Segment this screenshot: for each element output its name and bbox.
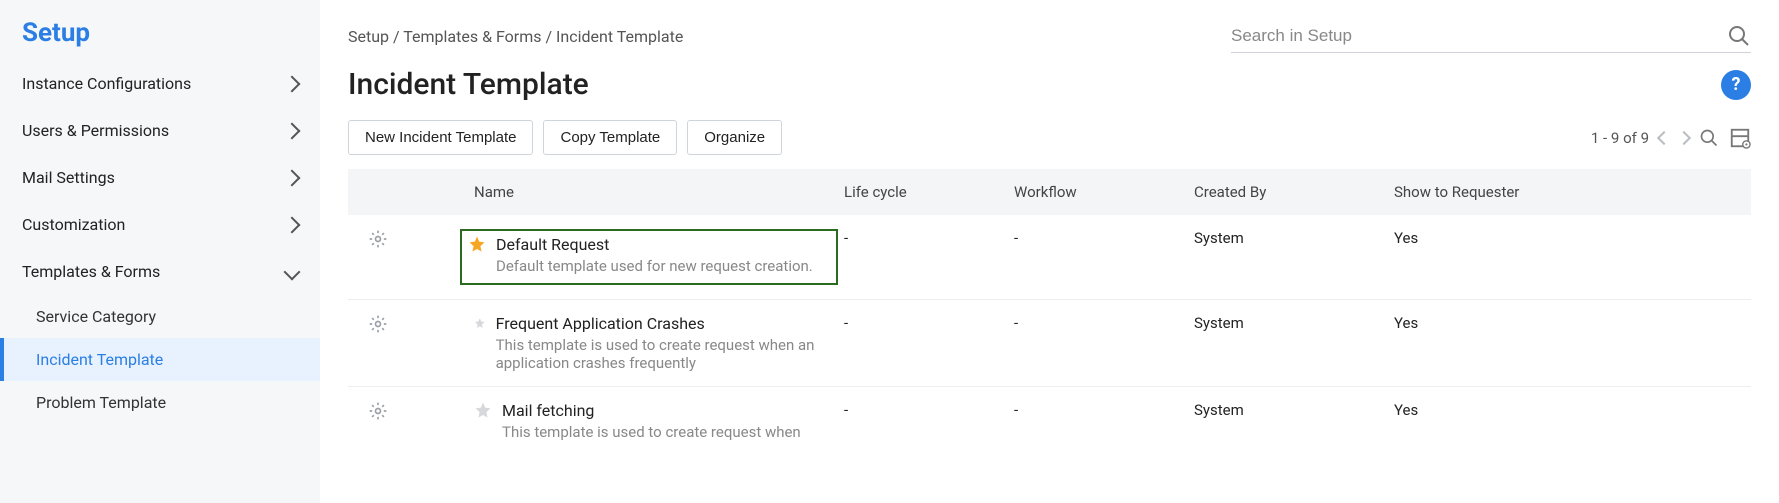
table-row[interactable]: Default Request Default template used fo… bbox=[348, 215, 1751, 300]
row-show-to-requester: Yes bbox=[1388, 229, 1558, 247]
col-name[interactable]: Name bbox=[468, 179, 838, 205]
row-life-cycle: - bbox=[838, 314, 1008, 332]
sidebar-sub-label: Service Category bbox=[36, 307, 156, 326]
star-outline-icon[interactable] bbox=[474, 401, 492, 419]
sidebar-item-label: Instance Configurations bbox=[22, 74, 191, 93]
chevron-right-icon bbox=[284, 216, 301, 233]
pager-next-icon[interactable] bbox=[1677, 130, 1691, 144]
organize-button[interactable]: Organize bbox=[687, 120, 782, 155]
col-life-cycle[interactable]: Life cycle bbox=[838, 179, 1008, 205]
table-header: Name Life cycle Workflow Created By Show… bbox=[348, 169, 1751, 215]
col-created-by[interactable]: Created By bbox=[1188, 179, 1388, 205]
chevron-down-icon bbox=[284, 263, 301, 280]
row-desc: Default template used for new request cr… bbox=[496, 257, 813, 275]
sidebar-sub-problem-template[interactable]: Problem Template bbox=[0, 381, 320, 424]
toolbar-buttons: New Incident Template Copy Template Orga… bbox=[348, 120, 782, 155]
sidebar-title: Setup bbox=[0, 18, 320, 60]
table-settings-icon[interactable] bbox=[1729, 127, 1751, 149]
main: Setup / Templates & Forms / Incident Tem… bbox=[320, 0, 1779, 503]
row-created-by: System bbox=[1188, 229, 1388, 247]
header-row: Incident Template ? bbox=[348, 67, 1751, 102]
page-title: Incident Template bbox=[348, 67, 589, 102]
gear-icon[interactable] bbox=[368, 314, 388, 334]
row-workflow: - bbox=[1008, 314, 1188, 332]
sidebar-item-mail-settings[interactable]: Mail Settings bbox=[0, 154, 320, 201]
pager: 1 - 9 of 9 bbox=[1591, 127, 1751, 149]
template-table: Name Life cycle Workflow Created By Show… bbox=[348, 169, 1751, 455]
row-workflow: - bbox=[1008, 229, 1188, 247]
search-input[interactable] bbox=[1231, 26, 1727, 46]
row-created-by: System bbox=[1188, 401, 1388, 419]
copy-template-button[interactable]: Copy Template bbox=[543, 120, 677, 155]
row-life-cycle: - bbox=[838, 401, 1008, 419]
chevron-right-icon bbox=[284, 75, 301, 92]
table-row[interactable]: Mail fetching This template is used to c… bbox=[348, 387, 1751, 455]
row-show-to-requester: Yes bbox=[1388, 314, 1558, 332]
top-row: Setup / Templates & Forms / Incident Tem… bbox=[348, 20, 1751, 53]
row-workflow: - bbox=[1008, 401, 1188, 419]
sidebar-sub-label: Problem Template bbox=[36, 393, 166, 412]
row-created-by: System bbox=[1188, 314, 1388, 332]
chevron-right-icon bbox=[284, 169, 301, 186]
gear-icon[interactable] bbox=[368, 229, 388, 249]
sidebar-item-customization[interactable]: Customization bbox=[0, 201, 320, 248]
toolbar: New Incident Template Copy Template Orga… bbox=[348, 120, 1751, 155]
row-show-to-requester: Yes bbox=[1388, 401, 1558, 419]
search-wrap bbox=[1231, 20, 1751, 53]
sidebar-item-instance-configurations[interactable]: Instance Configurations bbox=[0, 60, 320, 107]
sidebar-sub-incident-template[interactable]: Incident Template bbox=[0, 338, 320, 381]
row-name-cell: Mail fetching This template is used to c… bbox=[468, 401, 838, 441]
row-name: Frequent Application Crashes bbox=[496, 314, 832, 333]
col-workflow[interactable]: Workflow bbox=[1008, 179, 1188, 205]
row-life-cycle: - bbox=[838, 229, 1008, 247]
sidebar-item-label: Customization bbox=[22, 215, 125, 234]
sidebar-item-label: Users & Permissions bbox=[22, 121, 169, 140]
chevron-right-icon bbox=[284, 122, 301, 139]
row-name: Default Request bbox=[496, 235, 813, 254]
sidebar-item-label: Mail Settings bbox=[22, 168, 115, 187]
col-show-to-requester[interactable]: Show to Requester bbox=[1388, 179, 1558, 205]
sidebar-sub-label: Incident Template bbox=[36, 350, 163, 369]
pager-text: 1 - 9 of 9 bbox=[1591, 129, 1649, 147]
row-desc: This template is used to create request … bbox=[496, 336, 832, 372]
row-name-cell: Frequent Application Crashes This templa… bbox=[468, 314, 838, 372]
table-row[interactable]: Frequent Application Crashes This templa… bbox=[348, 300, 1751, 387]
sidebar: Setup Instance Configurations Users & Pe… bbox=[0, 0, 320, 503]
star-outline-icon[interactable] bbox=[474, 314, 486, 332]
breadcrumb[interactable]: Setup / Templates & Forms / Incident Tem… bbox=[348, 27, 683, 46]
new-incident-template-button[interactable]: New Incident Template bbox=[348, 120, 533, 155]
row-name-highlight: Default Request Default template used fo… bbox=[460, 229, 838, 285]
row-desc: This template is used to create request … bbox=[502, 423, 801, 441]
star-filled-icon[interactable] bbox=[468, 235, 486, 253]
sidebar-sub-service-category[interactable]: Service Category bbox=[0, 295, 320, 338]
sidebar-item-users-permissions[interactable]: Users & Permissions bbox=[0, 107, 320, 154]
help-icon[interactable]: ? bbox=[1721, 70, 1751, 100]
search-table-icon[interactable] bbox=[1699, 128, 1719, 148]
sidebar-item-label: Templates & Forms bbox=[22, 262, 160, 281]
search-icon[interactable] bbox=[1727, 24, 1751, 48]
row-name: Mail fetching bbox=[502, 401, 801, 420]
gear-icon[interactable] bbox=[368, 401, 388, 421]
pager-prev-icon[interactable] bbox=[1657, 130, 1671, 144]
sidebar-item-templates-forms[interactable]: Templates & Forms bbox=[0, 248, 320, 295]
